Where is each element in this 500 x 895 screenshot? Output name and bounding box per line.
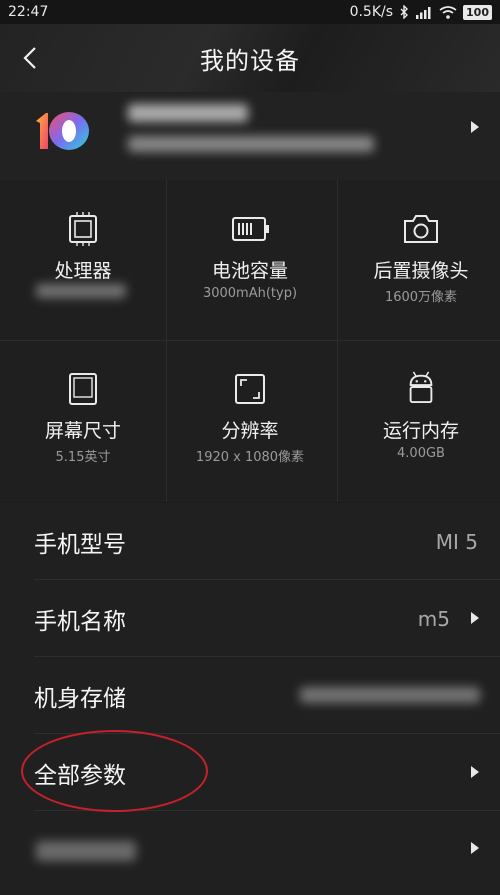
back-arrow-icon[interactable] (16, 42, 46, 74)
spec-value: 4.00GB (397, 446, 445, 461)
screen-icon (69, 373, 97, 405)
row-storage[interactable]: 机身存储 (0, 657, 500, 734)
grid-divider (0, 340, 500, 341)
spec-label: 电池容量 (211, 260, 288, 282)
cpu-icon (69, 212, 97, 246)
chevron-right-icon (471, 766, 479, 778)
spec-label: 运行内存 (382, 420, 459, 442)
spec-ram[interactable]: 运行内存 4.00GB (338, 342, 500, 502)
signal-icon (416, 6, 431, 19)
spec-value: 1920 x 1080像素 (195, 450, 305, 465)
resolution-icon (235, 374, 265, 404)
row-phone-name[interactable]: 手机名称 m5 (0, 580, 500, 657)
spec-label: 屏幕尺寸 (44, 420, 121, 442)
row-value: MI 5 (435, 529, 478, 554)
row-label: 机身存储 (34, 685, 126, 712)
spec-resolution[interactable]: 分辨率 1920 x 1080像素 (167, 342, 333, 502)
spec-label: 分辨率 (221, 420, 279, 442)
spec-value: 5.15英寸 (55, 450, 111, 465)
row-label: 手机型号 (34, 531, 126, 558)
chevron-right-icon (471, 842, 479, 854)
spec-screen-size[interactable]: 屏幕尺寸 5.15英寸 (0, 342, 166, 502)
device-info-card[interactable] (0, 92, 500, 180)
page-title: 我的设备 (200, 46, 300, 75)
battery-indicator: 100 (463, 4, 492, 20)
bluetooth-icon (400, 5, 409, 19)
spec-processor[interactable]: 处理器 (0, 180, 166, 340)
spec-value: 1600万像素 (384, 290, 458, 305)
android-icon (409, 371, 433, 404)
highlight-circle (21, 730, 208, 812)
row-label: 手机名称 (34, 608, 126, 635)
chevron-right-icon (471, 612, 479, 624)
status-time: 22:47 (8, 4, 49, 20)
spec-rear-camera[interactable]: 后置摄像头 1600万像素 (338, 180, 500, 340)
miui-logo (36, 112, 89, 150)
wifi-icon (439, 5, 457, 19)
status-indicators: 0.5K/s 100 (350, 4, 492, 20)
row-label-blurred (36, 841, 136, 861)
spec-label: 处理器 (54, 260, 112, 282)
miui-build-blurred (128, 136, 374, 152)
status-bar: 22:47 0.5K/s 100 (0, 0, 500, 24)
row-blurred-item[interactable] (0, 811, 500, 895)
network-speed: 0.5K/s (349, 4, 394, 20)
spec-value: 3000mAh(typ) (202, 286, 298, 301)
row-value: m5 (417, 606, 450, 631)
battery-icon (232, 217, 269, 241)
chevron-right-icon (471, 121, 479, 133)
spec-battery[interactable]: 电池容量 3000mAh(typ) (167, 180, 333, 340)
spec-label: 后置摄像头 (373, 260, 469, 282)
row-phone-model[interactable]: 手机型号 MI 5 (0, 503, 500, 580)
spec-grid: 处理器 电池容量 3000mAh(typ) 后置摄像头 1600万像素 屏幕尺寸 (0, 180, 500, 502)
app-header: 我的设备 (0, 24, 500, 92)
miui-version-blurred (128, 104, 248, 122)
storage-value-blurred (300, 687, 480, 703)
camera-icon (404, 215, 438, 243)
processor-value-blurred (36, 284, 126, 298)
